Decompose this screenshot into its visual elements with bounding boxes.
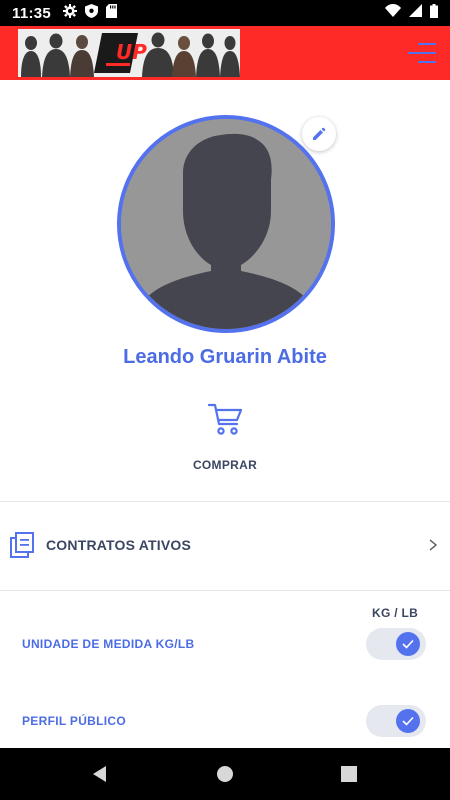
public-profile-label: PERFIL PÚBLICO	[22, 714, 126, 728]
profile-name: Leando Gruarin Abite	[123, 346, 327, 368]
cart-icon	[208, 403, 242, 435]
shield-icon	[85, 3, 99, 23]
banner-logo-text: UP	[116, 40, 147, 64]
document-copy-icon	[10, 532, 34, 558]
status-bar: 11:35	[0, 0, 450, 26]
status-time: 11:35	[12, 4, 52, 22]
edit-profile-button[interactable]	[302, 117, 336, 151]
toggle-knob	[396, 709, 420, 733]
back-icon[interactable]	[88, 762, 112, 786]
unit-toggle[interactable]	[366, 628, 426, 660]
check-icon	[402, 639, 414, 649]
navigation-bar	[0, 748, 450, 800]
contracts-label: CONTRATOS ATIVOS	[46, 537, 192, 553]
person-silhouette-icon	[121, 119, 331, 329]
pencil-icon	[313, 127, 326, 140]
recents-icon[interactable]	[337, 762, 361, 786]
public-profile-toggle[interactable]	[366, 705, 426, 737]
toggle-knob	[396, 632, 420, 656]
battery-icon	[430, 3, 438, 23]
chevron-right-icon	[429, 539, 438, 551]
status-right-icons	[385, 3, 438, 23]
unit-setting-label: UNIDADE DE MEDIDA KG/LB	[22, 637, 195, 651]
profile-screen: 11:35 UP Leando Gruarin Abite COMPRAR CO…	[0, 0, 450, 800]
gear-icon	[63, 3, 78, 23]
check-icon	[402, 716, 414, 726]
sd-card-icon	[106, 3, 118, 23]
buy-button[interactable]: COMPRAR	[180, 398, 270, 478]
contracts-row[interactable]: CONTRATOS ATIVOS	[0, 502, 450, 590]
app-header: UP	[0, 26, 450, 80]
signal-icon	[409, 4, 422, 22]
divider	[0, 590, 450, 591]
hamburger-menu-icon[interactable]	[408, 40, 436, 66]
status-left-icons	[63, 3, 118, 23]
home-icon[interactable]	[213, 762, 237, 786]
header-banner-image: UP	[18, 29, 240, 77]
wifi-icon	[385, 4, 401, 22]
buy-label: COMPRAR	[192, 458, 258, 472]
unit-column-header: KG / LB	[372, 606, 419, 620]
avatar[interactable]	[117, 115, 335, 333]
